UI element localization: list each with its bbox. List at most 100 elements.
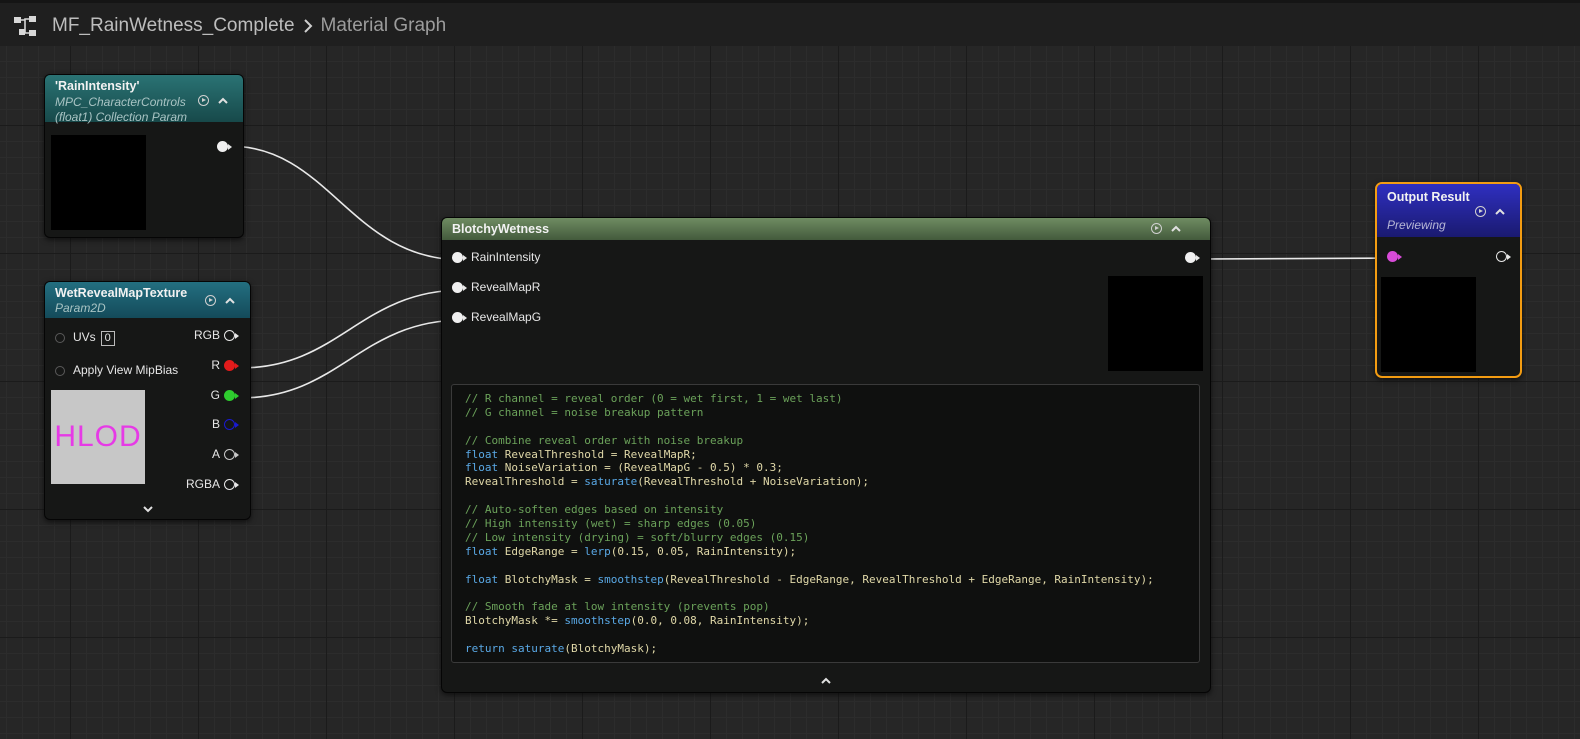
preview-toggle-icon[interactable]: [198, 95, 209, 106]
wire-rainintensity: [228, 145, 464, 261]
code-token: smoothstep: [597, 572, 664, 586]
code-token: lerp: [584, 544, 611, 558]
code-token: // R channel = reveal order (0 = wet fir…: [465, 392, 843, 405]
wire-reveal-r: [239, 289, 464, 369]
input-label-revealmapr: RevealMapR: [471, 280, 541, 294]
uvs-input[interactable]: UVs 0: [73, 330, 115, 346]
mipbias-input-pin[interactable]: [55, 366, 65, 376]
output-pin[interactable]: [217, 141, 228, 152]
code-token: // Auto-soften edges based on intensity: [465, 503, 724, 517]
code-token: EdgeRange =: [498, 544, 585, 558]
code-line: // Auto-soften edges based on intensity: [465, 503, 1199, 517]
code-token: (0.0, 0.08, RainIntensity);: [630, 614, 810, 628]
output-label-b: B: [211, 417, 220, 431]
pin-arrow-icon: [235, 482, 239, 488]
code-token: saturate: [511, 642, 565, 656]
preview-toggle-icon[interactable]: [1151, 223, 1162, 234]
code-token: smoothstep: [564, 614, 631, 628]
code-token: float: [465, 447, 499, 461]
pin-arrow-icon: [235, 363, 239, 369]
output-pin-a[interactable]: [224, 449, 235, 460]
output-pin[interactable]: [1496, 251, 1507, 262]
code-line: // Smooth fade at low intensity (prevent…: [465, 600, 1199, 614]
pin-arrow-icon: [235, 333, 239, 339]
uvs-value-field[interactable]: 0: [100, 331, 115, 346]
expand-icon[interactable]: [142, 504, 154, 514]
node-subtitle: (float1) Collection Param: [55, 110, 188, 124]
code-line: RevealThreshold = saturate(RevealThresho…: [465, 475, 1199, 489]
uvs-input-pin[interactable]: [55, 333, 65, 343]
hlsl-code-editor[interactable]: // R channel = reveal order (0 = wet fir…: [451, 384, 1200, 663]
output-label-g: G: [210, 388, 220, 402]
input-pin-revealmapg[interactable]: [452, 312, 463, 323]
node-preview: [1108, 276, 1203, 371]
code-token: // G channel = noise breakup pattern: [465, 405, 704, 419]
input-pin-rainintensity[interactable]: [452, 252, 463, 263]
node-preview: [51, 135, 146, 230]
input-label-revealmapg: RevealMapG: [471, 310, 542, 324]
output-pin-rgba[interactable]: [224, 479, 235, 490]
code-token: // Combine reveal order with noise break…: [465, 433, 744, 447]
code-token: // Low intensity (drying) = soft/blurry …: [465, 530, 810, 544]
node-header[interactable]: BlotchyWetness: [442, 218, 1210, 240]
code-token: BlotchyMask *=: [465, 614, 565, 628]
code-token: return: [465, 642, 505, 656]
input-pin-revealmapr[interactable]: [452, 282, 463, 293]
code-token: (RevealThreshold - EdgeRange, RevealThre…: [663, 572, 1154, 586]
output-pin[interactable]: [1185, 252, 1196, 263]
collapse-icon[interactable]: [1170, 224, 1182, 234]
pin-arrow-icon: [235, 393, 239, 399]
collapse-icon[interactable]: [1494, 207, 1506, 217]
collapse-icon[interactable]: [224, 296, 236, 306]
apply-view-mipbias-label: Apply View MipBias: [73, 363, 179, 377]
code-token: RevealThreshold = RevealMapR;: [498, 447, 697, 461]
code-token: saturate: [584, 475, 638, 489]
code-token: float: [465, 572, 499, 586]
code-token: float: [465, 461, 499, 475]
node-header[interactable]: Output Result Previewing: [1377, 184, 1520, 237]
code-line: float BlotchyMask = smoothstep(RevealThr…: [465, 573, 1199, 587]
preview-toggle-icon[interactable]: [205, 295, 216, 306]
code-line: // R channel = reveal order (0 = wet fir…: [465, 392, 1199, 406]
rainintensity-param-node[interactable]: 'RainIntensity' MPC_CharacterControls (f…: [44, 74, 244, 238]
wire-reveal-g: [239, 319, 464, 399]
code-token: NoiseVariation = (RevealMapG - 0.5) * 0.…: [498, 461, 783, 475]
input-pin-result[interactable]: [1387, 251, 1398, 262]
pin-arrow-icon: [1196, 255, 1200, 261]
output-pin-rgb[interactable]: [224, 330, 235, 341]
output-pin-g[interactable]: [224, 390, 235, 401]
code-line: BlotchyMask *= smoothstep(0.0, 0.08, Rai…: [465, 614, 1199, 628]
preview-toggle-icon[interactable]: [1475, 206, 1486, 217]
wetrevealmap-texture-node[interactable]: WetRevealMapTexture Param2D UVs 0 Apply V…: [44, 281, 251, 520]
code-token: RevealThreshold =: [465, 475, 585, 489]
pin-arrow-icon: [1507, 254, 1511, 260]
code-token: (BlotchyMask);: [564, 642, 658, 656]
code-token: float: [465, 544, 499, 558]
pin-arrow-icon: [463, 285, 467, 291]
node-header[interactable]: WetRevealMapTexture Param2D: [45, 282, 250, 318]
node-header[interactable]: 'RainIntensity' MPC_CharacterControls (f…: [45, 75, 243, 124]
input-label-rainintensity: RainIntensity: [471, 250, 541, 264]
pin-arrow-icon: [463, 315, 467, 321]
code-token: BlotchyMask =: [498, 572, 598, 586]
pin-arrow-icon: [235, 452, 239, 458]
output-label-rgba: RGBA: [185, 477, 220, 491]
blotchywetness-custom-node[interactable]: BlotchyWetness RainIntensity RevealMapR …: [441, 217, 1211, 693]
code-token: (RevealThreshold + NoiseVariation);: [637, 475, 869, 489]
pin-arrow-icon: [235, 422, 239, 428]
code-token: // Smooth fade at low intensity (prevent…: [465, 600, 770, 614]
output-pin-r[interactable]: [224, 360, 235, 371]
collapse-icon[interactable]: [217, 96, 229, 106]
output-pin-b[interactable]: [224, 419, 235, 430]
uvs-label: UVs: [73, 330, 96, 344]
pin-arrow-icon: [1398, 254, 1402, 260]
pin-arrow-icon: [463, 255, 467, 261]
collapse-icon[interactable]: [820, 676, 832, 686]
previewing-label: Previewing: [1387, 218, 1446, 232]
code-line: // G channel = noise breakup pattern: [465, 406, 1199, 420]
output-result-node[interactable]: Output Result Previewing: [1375, 182, 1522, 378]
code-line: // High intensity (wet) = sharp edges (0…: [465, 517, 1199, 531]
